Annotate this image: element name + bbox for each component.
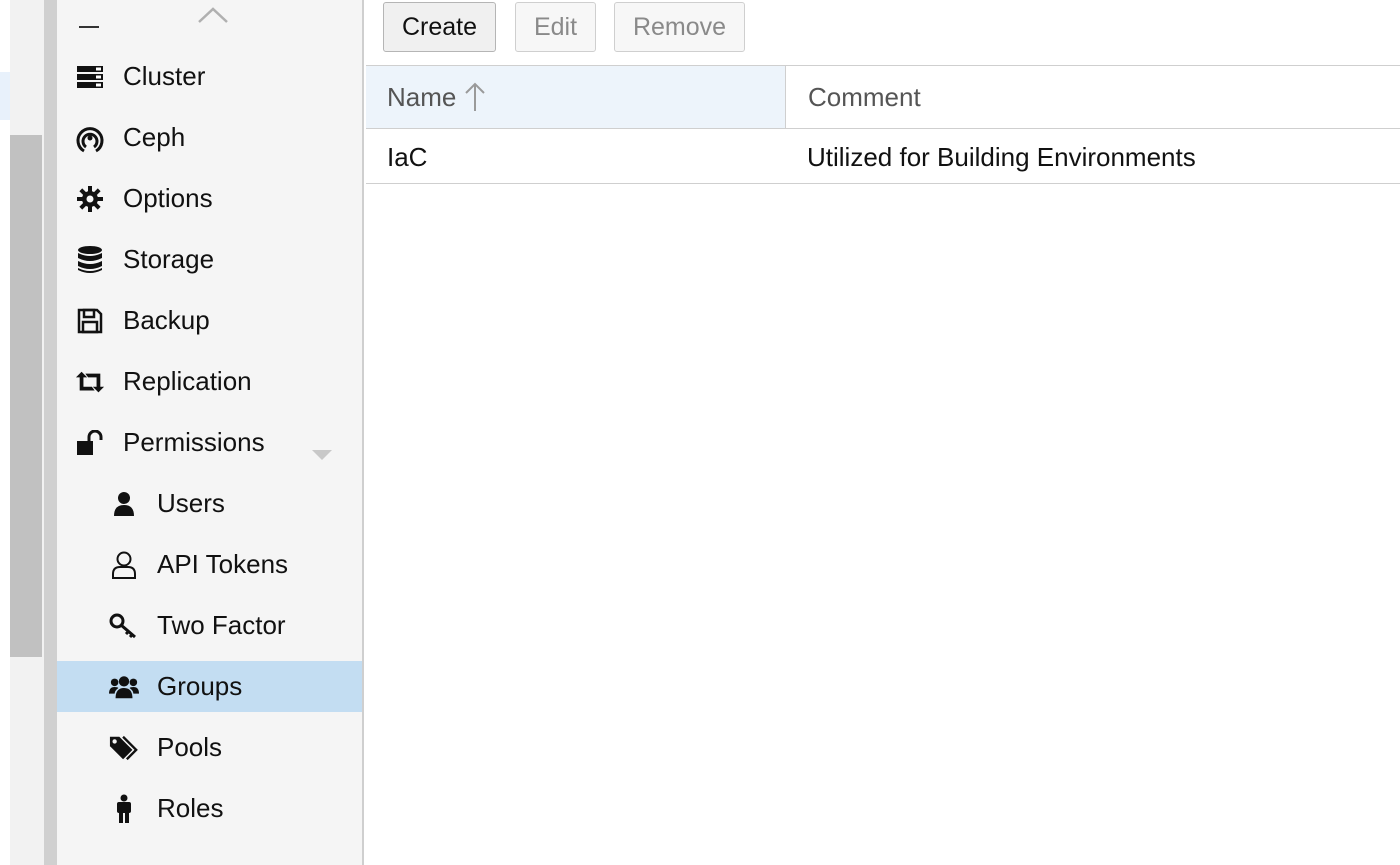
- nav-item-backup[interactable]: Backup: [57, 295, 362, 346]
- nav-item-label: Backup: [123, 305, 210, 335]
- column-header-label: Comment: [808, 81, 921, 112]
- table-row[interactable]: IaC Utilized for Building Environments: [366, 130, 1400, 184]
- retweet-icon: [75, 367, 105, 397]
- group-name-cell: IaC: [387, 141, 428, 172]
- key-icon: [109, 611, 139, 641]
- expand-caret-icon[interactable]: [311, 437, 333, 468]
- remove-button[interactable]: Remove: [614, 2, 745, 52]
- nav-item-label: Replication: [123, 366, 252, 396]
- tags-icon: [109, 733, 139, 763]
- user-icon: [109, 489, 139, 519]
- nav-item-label: Ceph: [123, 122, 186, 152]
- group-comment-cell: Utilized for Building Environments: [807, 141, 1196, 172]
- nav-item-users[interactable]: Users: [57, 478, 362, 529]
- nav-item-label: Permissions: [123, 427, 265, 457]
- floppy-icon: [75, 306, 105, 336]
- nav-item-label: Pools: [157, 732, 223, 762]
- nav-item-label: Cluster: [123, 61, 206, 91]
- toolbar: Create Edit Remove: [366, 0, 1400, 66]
- unlock-icon: [75, 428, 105, 458]
- tree-scrollbar-thumb[interactable]: [10, 135, 42, 657]
- column-header-label: Name: [387, 81, 457, 112]
- nav-item-replication[interactable]: Replication: [57, 356, 362, 407]
- nav-item-label: Storage: [123, 244, 215, 274]
- nav-item-two-factor[interactable]: Two Factor: [57, 600, 362, 651]
- nav-item-ceph[interactable]: Ceph: [57, 112, 362, 163]
- column-header-comment[interactable]: Comment: [787, 66, 1400, 128]
- nav-item-label: Users: [157, 488, 225, 518]
- nav-item-roles[interactable]: Roles: [57, 783, 362, 834]
- nav-item-pools[interactable]: Pools: [57, 722, 362, 773]
- nav-item-label: Groups: [157, 671, 243, 701]
- male-icon: [109, 794, 139, 824]
- create-button[interactable]: Create: [383, 2, 496, 52]
- nav-item-permissions[interactable]: Permissions: [57, 417, 362, 468]
- nav-item-api-tokens[interactable]: API Tokens: [57, 539, 362, 590]
- edit-button[interactable]: Edit: [515, 2, 596, 52]
- server-icon: [75, 62, 105, 92]
- nav-item-label: Two Factor: [157, 610, 286, 640]
- user-outline-icon: [109, 550, 139, 580]
- groups-panel: Create Edit Remove Name Comment IaC Util…: [366, 0, 1400, 865]
- panel-splitter[interactable]: [44, 0, 57, 865]
- nav-item-groups[interactable]: Groups: [57, 661, 362, 712]
- database-icon: [75, 245, 105, 275]
- nav-item-label: API Tokens: [157, 549, 289, 579]
- ceph-icon: [75, 123, 105, 153]
- resource-tree-edge: [0, 0, 10, 865]
- nav-item-options[interactable]: Options: [57, 173, 362, 224]
- config-nav-menu: Cluster Ceph Options Storage Backup Repl…: [57, 0, 364, 865]
- nav-item-label: Roles: [157, 793, 224, 823]
- nav-item-storage[interactable]: Storage: [57, 234, 362, 285]
- collapse-dash-icon: [79, 26, 99, 28]
- sort-ascending-icon: [464, 81, 486, 113]
- users-icon: [109, 672, 139, 702]
- gear-icon: [75, 184, 105, 214]
- scroll-up-chevron-icon[interactable]: [197, 6, 229, 29]
- column-header-name[interactable]: Name: [366, 66, 786, 128]
- nav-item-label: Options: [123, 183, 213, 213]
- nav-item-cluster[interactable]: Cluster: [57, 51, 362, 102]
- resource-tree-selected-row[interactable]: [0, 72, 10, 120]
- grid-header: Name Comment: [366, 66, 1400, 129]
